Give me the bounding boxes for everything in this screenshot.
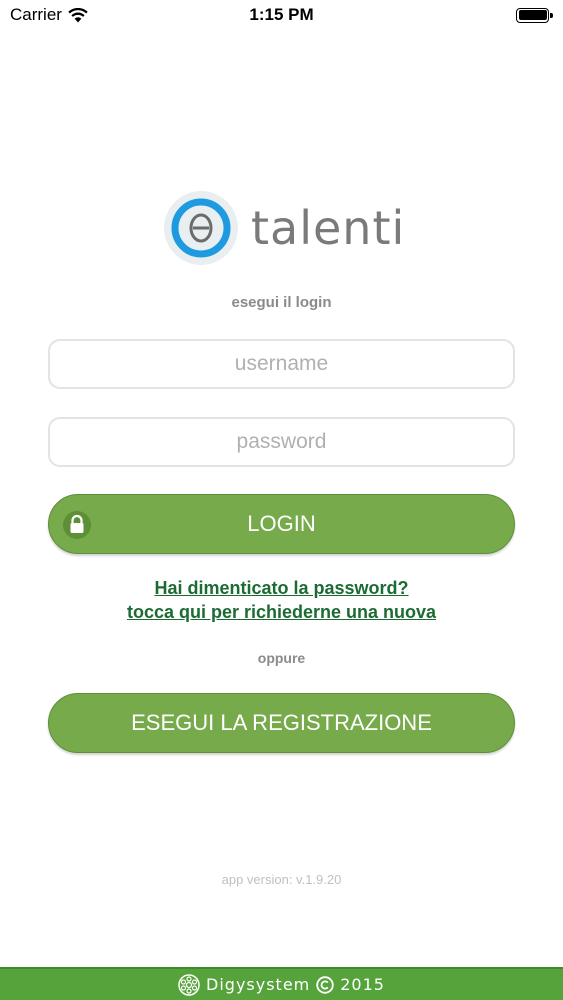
- password-input[interactable]: [48, 417, 515, 467]
- separator-text: oppure: [257, 650, 306, 666]
- app-logo: talenti: [163, 190, 405, 266]
- digysystem-logo-icon: [178, 973, 200, 996]
- register-button-label: ESEGUI LA REGISTRAZIONE: [131, 710, 432, 735]
- forgot-password-links: Hai dimenticato la password? tocca qui p…: [0, 576, 563, 624]
- login-screen: Carrier 1:15 PM talenti esegui il login: [0, 0, 563, 1000]
- forgot-password-link[interactable]: Hai dimenticato la password?: [0, 576, 563, 600]
- request-new-password-link[interactable]: tocca qui per richiederne una nuova: [0, 600, 563, 624]
- logo-text: talenti: [251, 201, 406, 255]
- battery-icon: [516, 7, 553, 23]
- wifi-icon: [68, 7, 88, 22]
- register-button[interactable]: ESEGUI LA REGISTRAZIONE: [48, 693, 515, 753]
- footer-year: 2015: [340, 975, 385, 994]
- talenti-logo-icon: [164, 191, 238, 265]
- login-button[interactable]: LOGIN: [48, 494, 515, 554]
- username-input[interactable]: [48, 339, 515, 389]
- login-subtitle: esegui il login: [231, 294, 332, 311]
- lock-icon: [63, 511, 91, 539]
- carrier-label: Carrier: [10, 5, 62, 24]
- app-version: app version: v.1.9.20: [221, 872, 342, 887]
- copyright-icon: [316, 975, 334, 994]
- status-left: Carrier: [10, 5, 88, 25]
- battery-level: [518, 10, 547, 20]
- login-button-label: LOGIN: [247, 511, 316, 536]
- footer: Digysystem 2015: [0, 967, 563, 1000]
- status-bar: Carrier 1:15 PM: [0, 0, 563, 30]
- footer-brand: Digysystem: [206, 975, 311, 994]
